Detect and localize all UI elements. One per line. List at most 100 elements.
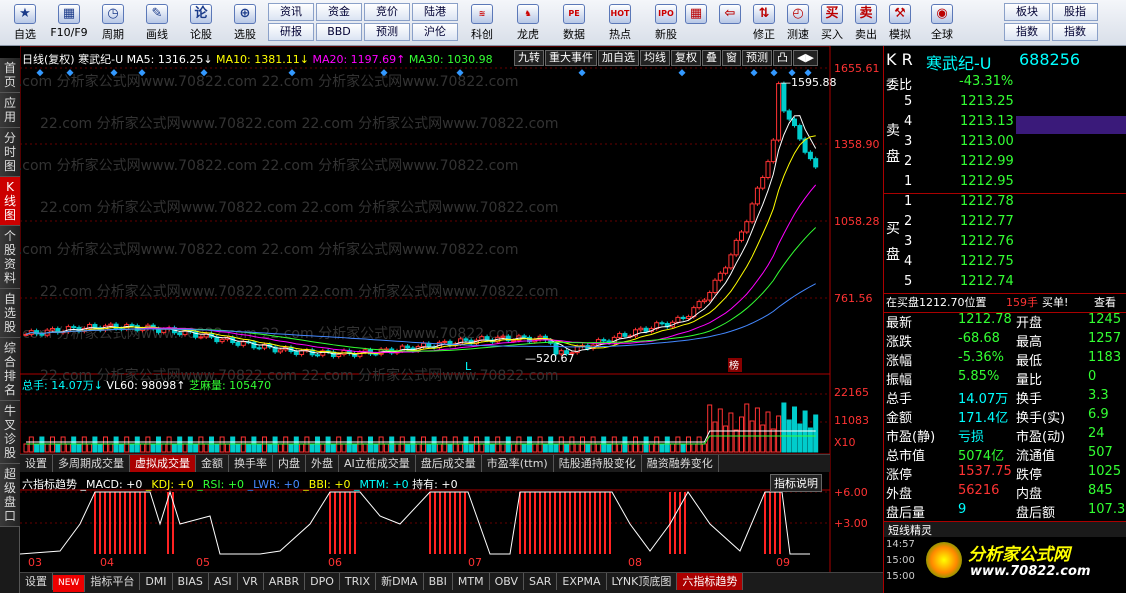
toolbar-pair2-1: 股指 指数	[1052, 3, 1098, 43]
event-marker[interactable]	[678, 69, 686, 77]
chart-button-4[interactable]: 复权	[671, 50, 701, 66]
sidebar-tab-2[interactable]: 分时图	[0, 128, 20, 177]
candle-body	[749, 203, 755, 223]
buy-row: 4 1212.75	[884, 254, 1126, 274]
chart-button-7[interactable]: 预测	[742, 50, 772, 66]
toolbar-button-0[interactable]: ★ 自选	[2, 2, 48, 44]
toolbar-button-3[interactable]: ✎ 画线	[134, 2, 180, 44]
volume-tab-1[interactable]: 多周期成交量	[53, 455, 130, 472]
volume-tab-5[interactable]: 内盘	[273, 455, 306, 472]
volume-tab-2[interactable]: 虚拟成交量	[130, 455, 196, 472]
toolbar-pair-button[interactable]: BBD	[316, 23, 362, 41]
indicator-tab-7[interactable]: ARBR	[264, 573, 306, 590]
toolbar-pair-button[interactable]: 预测	[364, 23, 410, 41]
indicator-tab-1[interactable]: NEW	[53, 575, 86, 592]
event-marker[interactable]	[750, 69, 758, 77]
candle-body	[23, 333, 29, 336]
indicator-tab-13[interactable]: OBV	[490, 573, 525, 590]
volume-tab-0[interactable]: 设置	[20, 455, 53, 472]
sidebar-tab-0[interactable]: 首页	[0, 58, 20, 93]
chart-button-5[interactable]: 叠	[702, 50, 721, 66]
chart-button-2[interactable]: 加自选	[598, 50, 639, 66]
toolbar-button-4[interactable]: 论论股	[178, 2, 224, 44]
volume-tab-9[interactable]: 市盈率(ttm)	[482, 455, 554, 472]
vol-vl60: VL60: 98098↑	[106, 379, 186, 392]
volume-bar	[246, 443, 252, 453]
event-marker[interactable]	[578, 69, 586, 77]
indicator-tab-3[interactable]: DMI	[140, 573, 173, 590]
indicator-tab-9[interactable]: TRIX	[340, 573, 377, 590]
toolbar3-button-2[interactable]: ⇅ 修正	[748, 2, 780, 44]
indicator-help-button[interactable]: 指标说明	[770, 474, 822, 492]
toolbar2-button-2[interactable]: PE 数据	[552, 2, 596, 44]
indicator-tab-11[interactable]: BBI	[424, 573, 453, 590]
indicator-tab-8[interactable]: DPO	[305, 573, 340, 590]
indicator-tab-14[interactable]: SAR	[524, 573, 558, 590]
sidebar-tab-1[interactable]: 应用	[0, 93, 20, 128]
volume-bar	[648, 443, 654, 453]
field-value2: 3.3	[1088, 388, 1109, 403]
indicator-tab-6[interactable]: VR	[238, 573, 264, 590]
sidebar-tab-7[interactable]: 牛叉诊股	[0, 401, 20, 464]
toolbar-pair-button[interactable]: 研报	[268, 23, 314, 41]
indicator-tab-2[interactable]: 指标平台	[85, 573, 141, 590]
kline-svg[interactable]: 1655.61 1358.90 1058.28 761.56 22.com 分析家公式网…	[20, 46, 883, 593]
sidebar-tab-5[interactable]: 自选股	[0, 289, 20, 338]
sidebar-tab-4[interactable]: 个股资料	[0, 226, 20, 289]
volume-tab-7[interactable]: AI立桩成交量	[339, 455, 416, 472]
chart-button-6[interactable]: 窗	[722, 50, 741, 66]
toolbar-button-1[interactable]: ▦ F10/F9	[46, 2, 92, 44]
volume-bar	[638, 443, 644, 453]
volume-tab-4[interactable]: 换手率	[229, 455, 273, 472]
volume-tab-6[interactable]: 外盘	[306, 455, 339, 472]
volume-tab-10[interactable]: 陆股通持股变化	[554, 455, 642, 472]
volume-bar	[733, 429, 739, 453]
chart-button-0[interactable]: 九转	[514, 50, 544, 66]
toolbar3-button-3[interactable]: ◴ 测速	[782, 2, 814, 44]
sidebar-tab-6[interactable]: 综合排名	[0, 338, 20, 401]
indicator-tab-4[interactable]: BIAS	[173, 573, 209, 590]
volume-tab-3[interactable]: 金额	[196, 455, 229, 472]
toolbar-pair-button[interactable]: 沪伦	[412, 23, 458, 41]
toolbar-pair-button[interactable]: 资金	[316, 3, 362, 21]
toolbar-pair-button[interactable]: 资讯	[268, 3, 314, 21]
volume-bar	[330, 443, 336, 453]
indicator-tab-12[interactable]: MTM	[453, 573, 490, 590]
toolbar-pair-button[interactable]: 陆港	[412, 3, 458, 21]
indicator-tab-17[interactable]: 六指标趋势	[677, 573, 744, 590]
toolbar3-button-0[interactable]: ▦	[680, 2, 712, 44]
toolbar3-button-1[interactable]: ⇦	[714, 2, 746, 44]
toolbar3-button-7[interactable]: ◉ 全球	[926, 2, 958, 44]
toolbar2-button-3[interactable]: HOT 热点	[598, 2, 642, 44]
toolbar3-button-4[interactable]: 买买入	[816, 2, 848, 44]
volume-bar	[712, 421, 718, 453]
volume-tab-11[interactable]: 融资融券变化	[642, 455, 719, 472]
toolbar-pair-button[interactable]: 竞价	[364, 3, 410, 21]
toolbar3-button-5[interactable]: 卖卖出	[850, 2, 882, 44]
field-row-1: 涨跌 -68.68 最高 1257	[884, 331, 1126, 351]
chart-button-8[interactable]: 凸	[773, 50, 792, 66]
toolbar-button-2[interactable]: ◷ 周期	[90, 2, 136, 44]
indicator-tab-0[interactable]: 设置	[20, 573, 53, 590]
indicator-tab-5[interactable]: ASI	[209, 573, 238, 590]
chart-button-1[interactable]: 重大事件	[545, 50, 597, 66]
indicator-tab-10[interactable]: 新DMA	[376, 573, 424, 590]
toolbar3-button-6[interactable]: ⚒ 模拟	[884, 2, 916, 44]
toolbar2-button-0[interactable]: ≋ 科创	[460, 2, 504, 44]
toolbar2-label-2: 数据	[563, 28, 585, 41]
toolbar2-button-1[interactable]: ♞ 龙虎	[506, 2, 550, 44]
chart-button-9[interactable]: ◀▶	[793, 50, 818, 66]
toolbar-pair2-button[interactable]: 指数	[1052, 23, 1098, 41]
indicator-tab-16[interactable]: LYNK顶底图	[607, 573, 678, 590]
sidebar-tab-8[interactable]: 超级盘口	[0, 464, 20, 527]
toolbar-pair2-button[interactable]: 板块	[1004, 3, 1050, 21]
volume-bar	[87, 443, 93, 453]
event-marker[interactable]	[770, 69, 778, 77]
toolbar-pair2-button[interactable]: 股指	[1052, 3, 1098, 21]
chart-button-3[interactable]: 均线	[640, 50, 670, 66]
toolbar-button-5[interactable]: ⊕ 选股	[222, 2, 268, 44]
volume-tab-8[interactable]: 盘后成交量	[416, 455, 482, 472]
sidebar-tab-3[interactable]: K线图	[0, 177, 20, 226]
indicator-tab-15[interactable]: EXPMA	[557, 573, 607, 590]
toolbar-pair2-button[interactable]: 指数	[1004, 23, 1050, 41]
